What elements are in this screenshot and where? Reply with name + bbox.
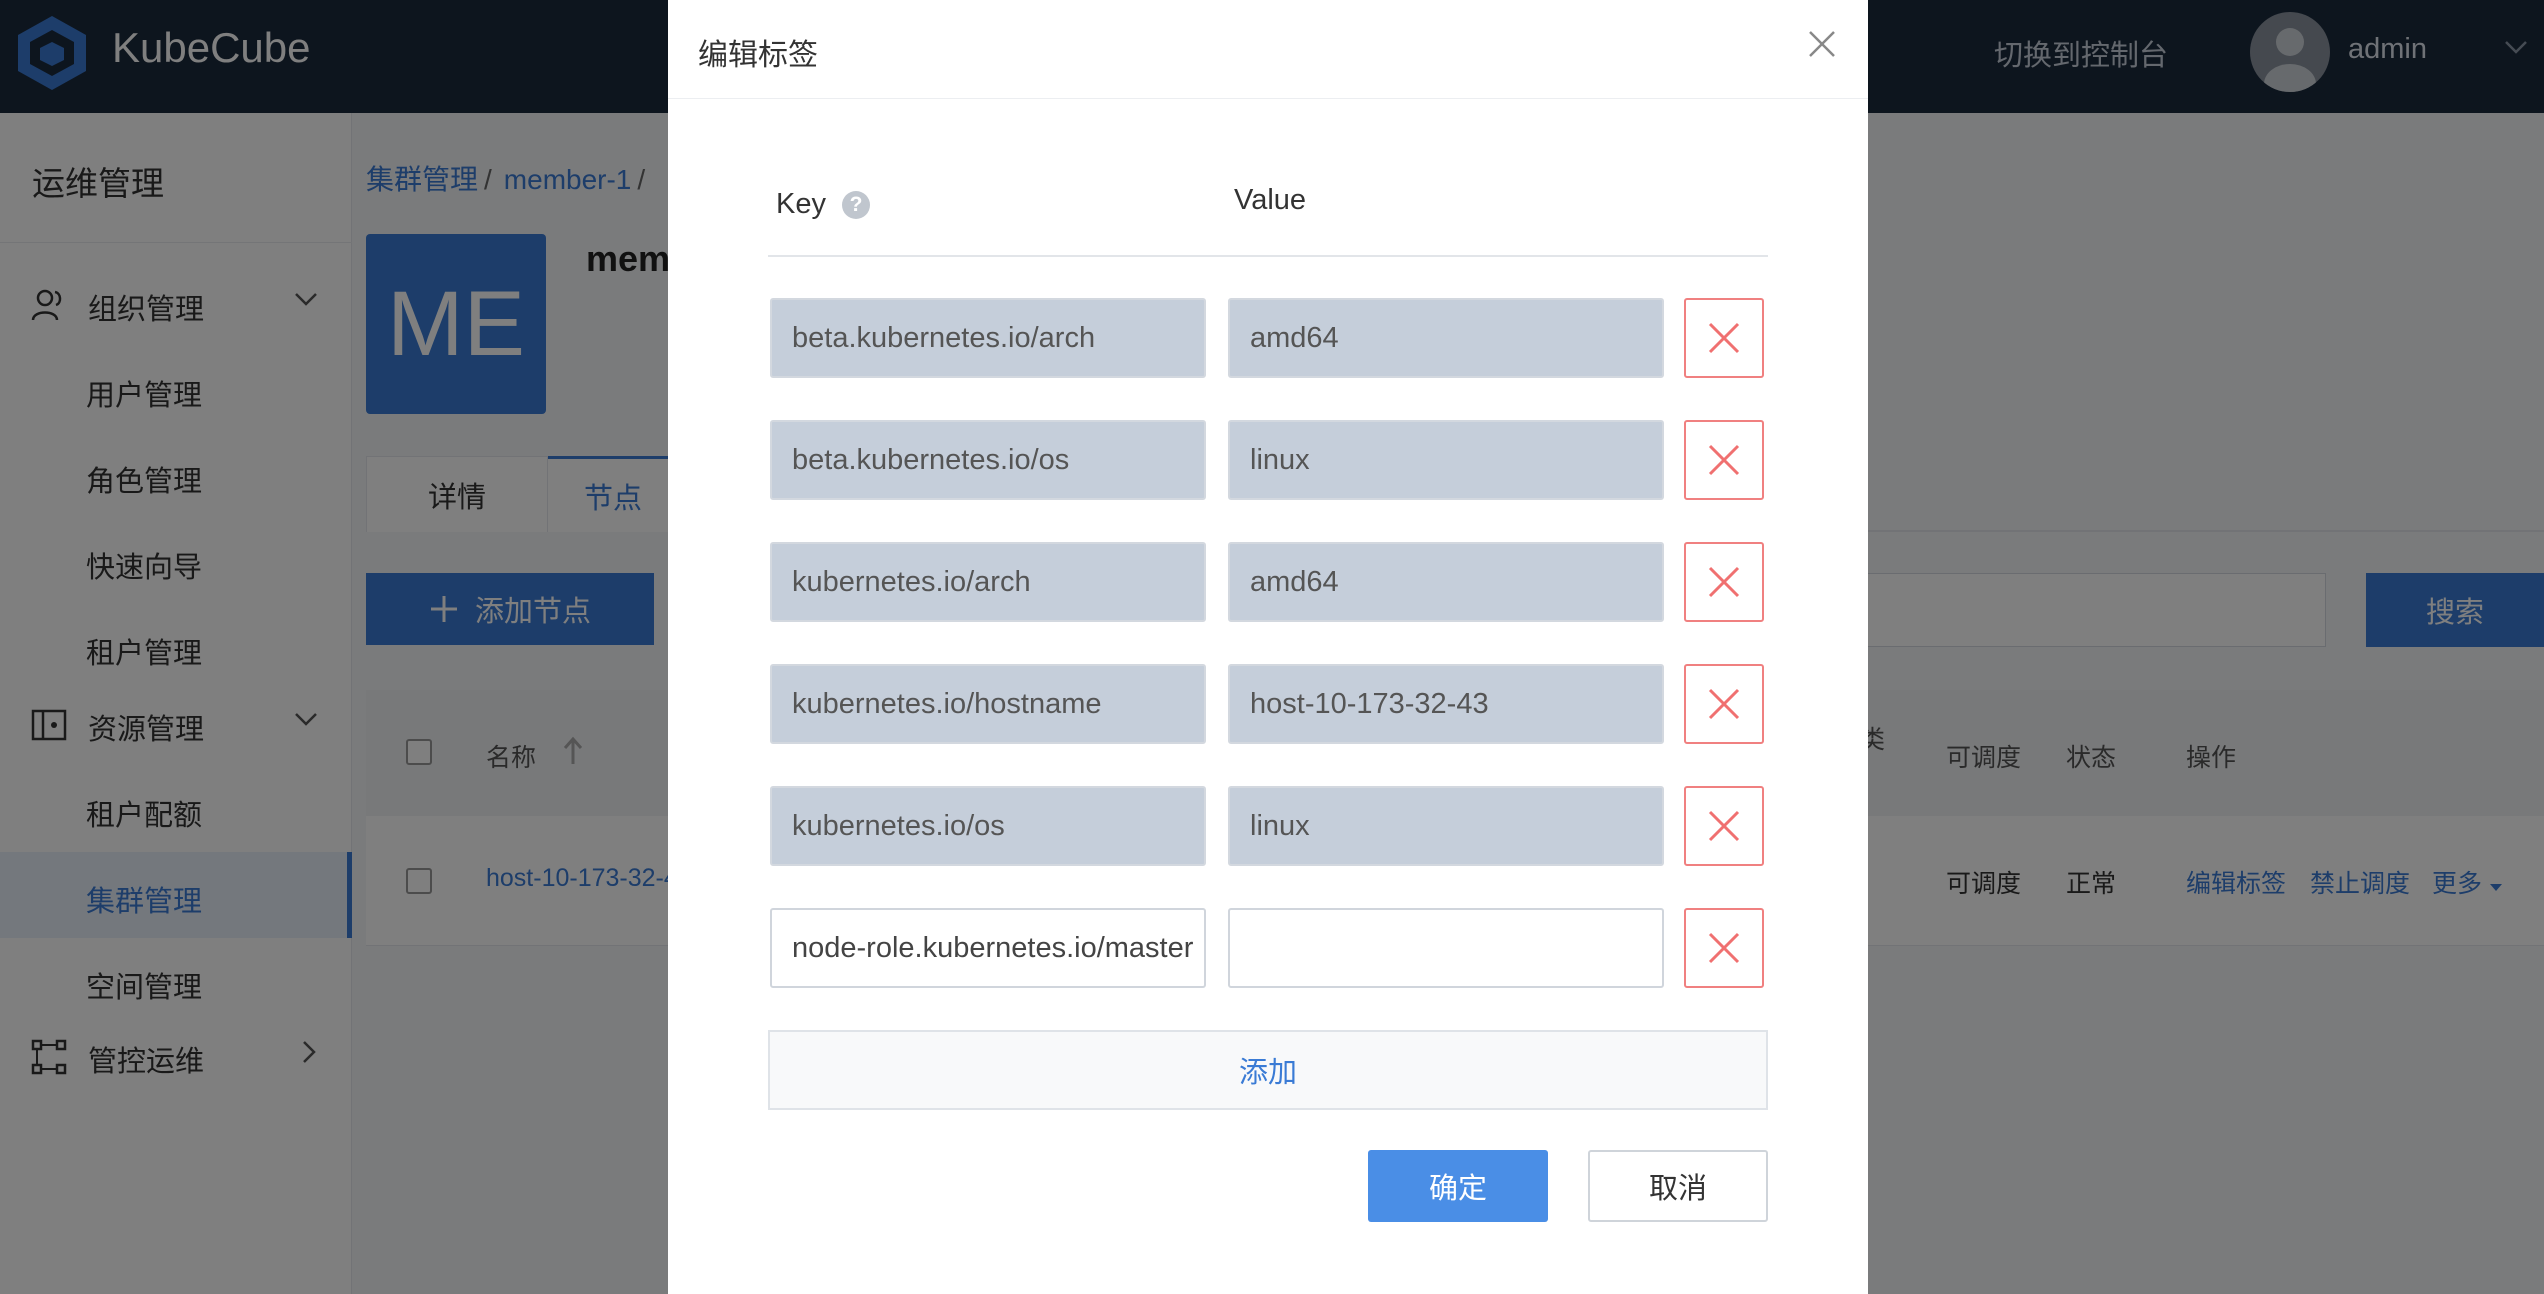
- label-key-field: beta.kubernetes.io/arch: [770, 298, 1206, 378]
- label-row: node-role.kubernetes.io/master: [770, 908, 1770, 988]
- delete-label-button[interactable]: [1684, 420, 1764, 500]
- label-key-input[interactable]: node-role.kubernetes.io/master: [770, 908, 1206, 988]
- close-icon: [1708, 444, 1740, 476]
- label-value-field: amd64: [1228, 298, 1664, 378]
- delete-label-button[interactable]: [1684, 542, 1764, 622]
- delete-label-button[interactable]: [1684, 908, 1764, 988]
- label-row: kubernetes.io/os linux: [770, 786, 1770, 866]
- close-icon[interactable]: [1806, 28, 1838, 60]
- key-column-header: Key ?: [776, 188, 870, 221]
- label-value-field: host-10-173-32-43: [1228, 664, 1664, 744]
- label-value-field: linux: [1228, 420, 1664, 500]
- edit-labels-dialog: 编辑标签 Key ? Value beta.kubernetes.io/arch…: [668, 0, 1868, 1294]
- confirm-button[interactable]: 确定: [1368, 1150, 1548, 1222]
- divider: [768, 255, 1768, 257]
- label-row: kubernetes.io/hostname host-10-173-32-43: [770, 664, 1770, 744]
- delete-label-button[interactable]: [1684, 664, 1764, 744]
- delete-label-button[interactable]: [1684, 298, 1764, 378]
- dialog-header: 编辑标签: [668, 0, 1868, 99]
- label-key-field: beta.kubernetes.io/os: [770, 420, 1206, 500]
- label-key-field: kubernetes.io/arch: [770, 542, 1206, 622]
- value-column-header: Value: [1234, 184, 1307, 216]
- label-row: kubernetes.io/arch amd64: [770, 542, 1770, 622]
- add-label-button[interactable]: 添加: [768, 1030, 1768, 1110]
- label-key-field: kubernetes.io/hostname: [770, 664, 1206, 744]
- close-icon: [1708, 688, 1740, 720]
- help-icon[interactable]: ?: [841, 190, 870, 219]
- label-row: beta.kubernetes.io/arch amd64: [770, 298, 1770, 378]
- close-icon: [1708, 322, 1740, 354]
- close-icon: [1708, 566, 1740, 598]
- key-header-label: Key: [776, 188, 826, 220]
- label-value-field: amd64: [1228, 542, 1664, 622]
- close-icon: [1708, 932, 1740, 964]
- dialog-title: 编辑标签: [698, 39, 818, 72]
- cancel-button[interactable]: 取消: [1588, 1150, 1768, 1222]
- label-key-field: kubernetes.io/os: [770, 786, 1206, 866]
- label-value-field: linux: [1228, 786, 1664, 866]
- label-value-input[interactable]: [1228, 908, 1664, 988]
- close-icon: [1708, 810, 1740, 842]
- label-row: beta.kubernetes.io/os linux: [770, 420, 1770, 500]
- delete-label-button[interactable]: [1684, 786, 1764, 866]
